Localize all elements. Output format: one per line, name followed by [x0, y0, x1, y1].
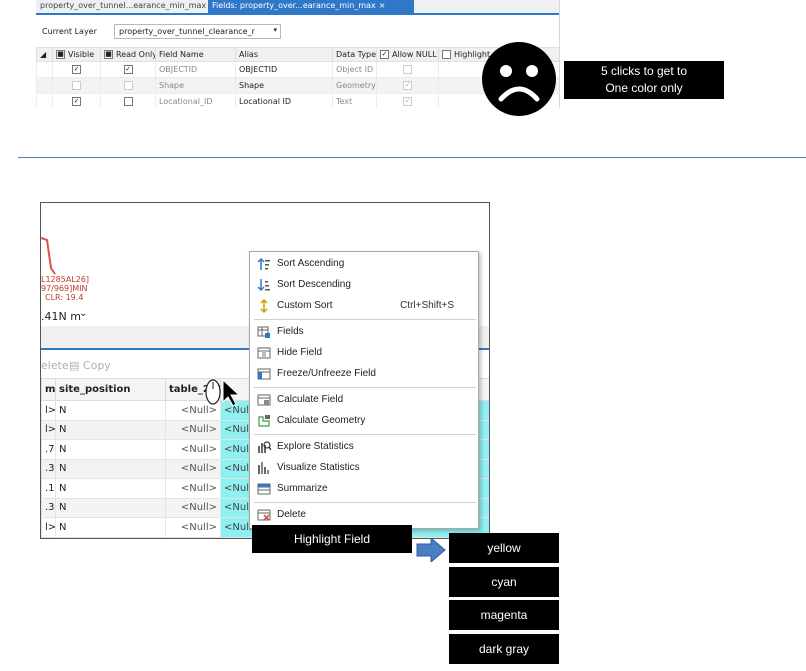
- column-header-read-only[interactable]: ■ Read Only: [100, 47, 156, 62]
- calculate-field-icon: [257, 394, 271, 406]
- field-name-cell[interactable]: Shape: [155, 77, 236, 94]
- highlight-field-menu-item[interactable]: Highlight Field: [252, 525, 412, 553]
- tab-label: property_over_tunnel...earance_min_max: [40, 1, 207, 10]
- alias-cell[interactable]: Shape: [235, 77, 333, 94]
- column-header-visible[interactable]: ■ Visible: [52, 47, 101, 62]
- tab-fields-view[interactable]: Fields: property_over...earance_min_max ×: [208, 0, 414, 13]
- color-option-cyan[interactable]: cyan: [449, 567, 559, 597]
- menu-item-calculate-field[interactable]: Calculate Field: [250, 390, 478, 410]
- explore-statistics-icon: [258, 441, 271, 453]
- scale-value: .41N m: [41, 310, 81, 323]
- column-header-field-name[interactable]: Field Name: [155, 47, 236, 62]
- visible-checkbox[interactable]: ✓: [72, 65, 81, 74]
- freeze-field-icon: [257, 368, 271, 380]
- menu-item-delete[interactable]: Delete: [250, 505, 478, 525]
- close-icon[interactable]: ×: [379, 1, 386, 10]
- summarize-icon: [257, 483, 271, 495]
- menu-item-freeze-unfreeze-field[interactable]: Freeze/Unfreeze Field: [250, 364, 478, 384]
- chevron-down-icon: ⌄: [79, 308, 88, 319]
- annotation-note: 5 clicks to get to One color only: [564, 61, 724, 99]
- copy-icon: ▤: [69, 359, 80, 372]
- tab-label: Fields: property_over...earance_min_max: [212, 1, 376, 10]
- sort-ascending-icon: [257, 257, 270, 270]
- column-header-allow-null[interactable]: ✓ Allow NULL: [376, 47, 439, 62]
- current-layer-select[interactable]: property_over_tunnel_clearance_r ▾: [114, 24, 281, 39]
- sad-face-icon: [482, 42, 556, 116]
- menu-item-explore-statistics[interactable]: Explore Statistics: [250, 437, 478, 457]
- column-header-data-type[interactable]: Data Type: [332, 47, 377, 62]
- checkbox-icon[interactable]: ■: [56, 50, 65, 59]
- data-type-cell[interactable]: Text: [332, 93, 377, 108]
- note-line: 5 clicks to get to: [600, 64, 688, 78]
- menu-item-visualize-statistics[interactable]: Visualize Statistics: [250, 458, 478, 478]
- read-only-checkbox[interactable]: ✓: [123, 65, 133, 74]
- color-option-yellow[interactable]: yellow: [449, 533, 559, 563]
- column-header-site-position[interactable]: site_position: [55, 378, 166, 401]
- current-layer-row: Current Layer property_over_tunnel_clear…: [36, 22, 559, 42]
- menu-item-calculate-geometry[interactable]: Calculate Geometry: [250, 411, 478, 431]
- sort-descending-icon: [257, 279, 270, 292]
- menu-separator: [254, 387, 476, 388]
- calculate-geometry-icon: [258, 415, 270, 427]
- arrow-right-icon: [416, 538, 446, 562]
- map-label: 97/969]MIN: [41, 284, 88, 293]
- alias-cell[interactable]: OBJECTID: [235, 61, 333, 78]
- current-layer-value: property_over_tunnel_clearance_r: [119, 27, 255, 36]
- custom-sort-icon: [260, 299, 268, 313]
- map-label: L1285AL26]: [41, 275, 90, 284]
- menu-item-summarize[interactable]: Summarize: [250, 479, 478, 499]
- mouse-cursor-icon: [205, 378, 241, 407]
- menu-separator: [254, 502, 476, 503]
- menu-item-fields[interactable]: Fields: [250, 322, 478, 342]
- checkbox-icon[interactable]: ✓: [380, 50, 389, 59]
- menu-item-sort-ascending[interactable]: Sort Ascending: [250, 254, 478, 274]
- column-header[interactable]: m: [41, 378, 56, 401]
- field-name-cell[interactable]: OBJECTID: [155, 61, 236, 78]
- divider-line: [18, 157, 806, 158]
- row-selector-header: ◢: [36, 47, 53, 62]
- hide-field-icon: [257, 347, 271, 359]
- allow-null-checkbox[interactable]: ✓: [403, 81, 412, 90]
- menu-item-hide-field[interactable]: Hide Field: [250, 343, 478, 363]
- color-option-dark-gray[interactable]: dark gray: [449, 634, 559, 664]
- column-context-menu: Sort Ascending Sort Descending Custom So…: [249, 251, 479, 529]
- menu-separator: [254, 319, 476, 320]
- map-label: CLR: 19.4: [45, 293, 84, 302]
- current-layer-label: Current Layer: [42, 27, 97, 36]
- delete-field-icon: [257, 509, 271, 521]
- visible-checkbox[interactable]: [72, 81, 81, 90]
- read-only-checkbox[interactable]: [123, 97, 133, 106]
- color-option-magenta[interactable]: magenta: [449, 600, 559, 630]
- field-name-cell[interactable]: Locational_ID: [155, 93, 236, 108]
- data-type-cell[interactable]: Geometry: [332, 77, 377, 94]
- menu-separator: [254, 434, 476, 435]
- checkbox-icon[interactable]: ■: [104, 50, 113, 59]
- fields-icon: [257, 326, 270, 338]
- chevron-down-icon: ▾: [273, 26, 277, 34]
- copy-button[interactable]: ▤ Copy: [69, 359, 111, 372]
- allow-null-checkbox[interactable]: [403, 65, 412, 74]
- data-type-cell[interactable]: Object ID: [332, 61, 377, 78]
- menu-item-custom-sort[interactable]: Custom Sort Ctrl+Shift+S: [250, 296, 478, 316]
- alias-cell[interactable]: Locational ID: [235, 93, 333, 108]
- tab-strip: property_over_tunnel...earance_min_max F…: [36, 0, 559, 15]
- delete-button[interactable]: elete: [41, 359, 69, 372]
- menu-item-sort-descending[interactable]: Sort Descending: [250, 275, 478, 295]
- visible-checkbox[interactable]: ✓: [72, 97, 81, 106]
- note-line: One color only: [605, 81, 683, 95]
- column-header-alias[interactable]: Alias: [235, 47, 333, 62]
- read-only-checkbox[interactable]: [123, 81, 133, 90]
- checkbox-icon[interactable]: [442, 50, 451, 59]
- tab-attribute-table[interactable]: property_over_tunnel...earance_min_max: [36, 0, 208, 13]
- visualize-statistics-icon: [258, 462, 269, 474]
- allow-null-checkbox[interactable]: ✓: [403, 97, 412, 106]
